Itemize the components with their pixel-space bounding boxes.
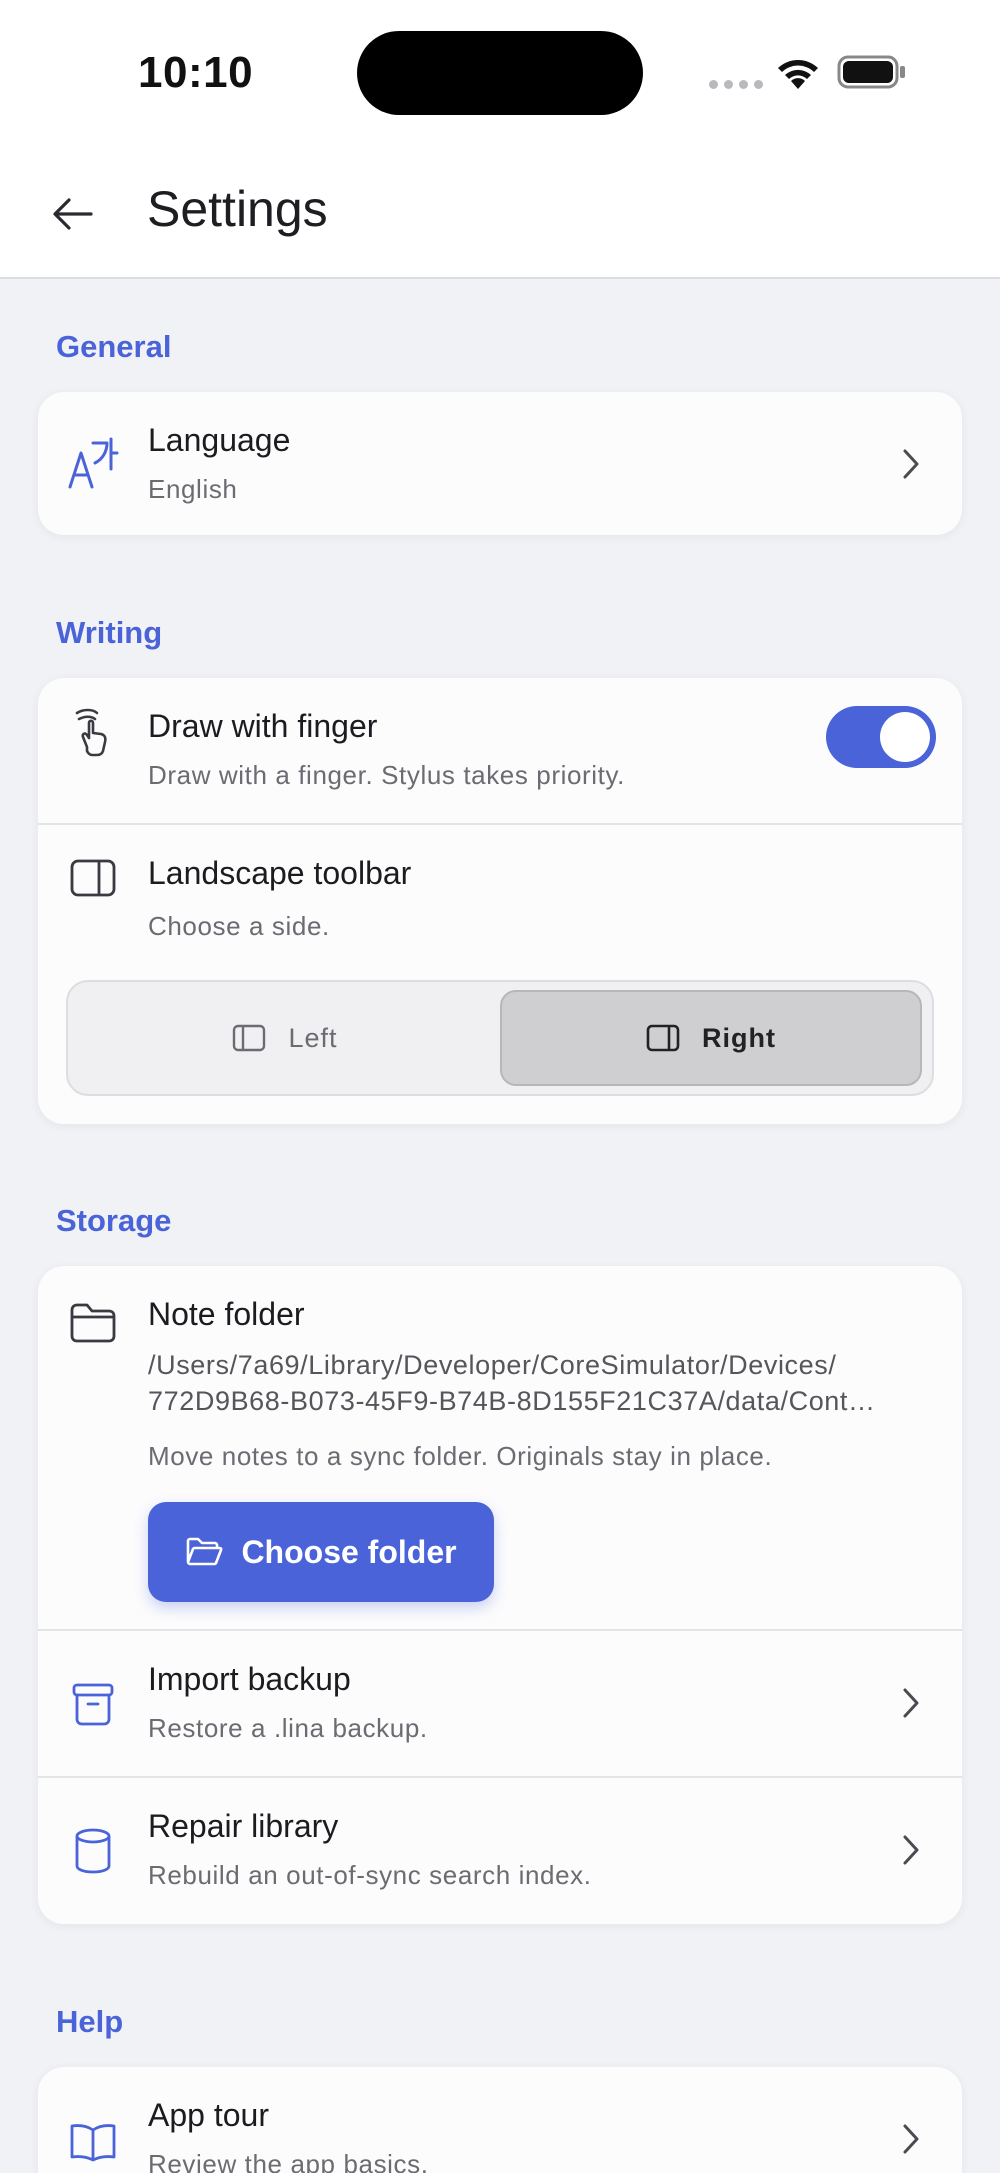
status-bar: 10:10 (0, 0, 1000, 140)
app-tour-subtitle: Review the app basics. (148, 2149, 429, 2173)
arrow-left-icon (53, 198, 93, 230)
archive-box-icon (66, 1677, 120, 1731)
chevron-right-icon (896, 1683, 926, 1723)
section-label-writing: Writing (56, 615, 163, 650)
app-tour-title: App tour (148, 2097, 269, 2133)
toolbar-side-segmented-control: Left Right (66, 980, 934, 1096)
status-time: 10:10 (138, 48, 254, 97)
section-label-general: General (56, 329, 172, 364)
repair-library-title: Repair library (148, 1808, 339, 1844)
battery-icon (837, 55, 905, 89)
language-title: Language (148, 422, 291, 458)
app-header: Settings (0, 140, 1000, 279)
landscape-toolbar-title: Landscape toolbar (148, 855, 412, 891)
landscape-toolbar-subtitle: Choose a side. (148, 911, 330, 941)
note-folder-row: Note folder /Users/7a69/Library/Develope… (38, 1266, 962, 1629)
toggle-knob (880, 712, 930, 762)
storage-card: Note folder /Users/7a69/Library/Develope… (38, 1266, 962, 1924)
section-label-storage: Storage (56, 1203, 172, 1238)
folder-icon (66, 1296, 120, 1350)
chevron-right-icon (896, 444, 926, 484)
repair-library-row[interactable]: Repair library Rebuild an out-of-sync se… (38, 1778, 962, 1924)
repair-library-subtitle: Rebuild an out-of-sync search index. (148, 1860, 592, 1890)
draw-with-finger-row: Draw with finger Draw with a finger. Sty… (38, 678, 962, 823)
draw-with-finger-toggle[interactable] (826, 706, 936, 768)
page-title: Settings (147, 181, 328, 237)
segment-right[interactable]: Right (500, 990, 922, 1086)
draw-with-finger-title: Draw with finger (148, 708, 378, 744)
sidebar-panel-icon (66, 851, 120, 905)
dynamic-island (357, 31, 643, 115)
import-backup-subtitle: Restore a .lina backup. (148, 1713, 428, 1743)
choose-folder-button[interactable]: Choose folder (148, 1502, 494, 1602)
note-folder-path-line2: 772D9B68-B073-45F9-B74B-8D155F21C37A/dat… (148, 1386, 876, 1416)
note-folder-title: Note folder (148, 1296, 305, 1332)
import-backup-title: Import backup (148, 1661, 351, 1697)
segment-left-label: Left (288, 1022, 338, 1053)
choose-folder-label: Choose folder (241, 1533, 457, 1570)
import-backup-row[interactable]: Import backup Restore a .lina backup. (38, 1631, 962, 1776)
database-icon (66, 1824, 120, 1878)
wifi-icon (778, 60, 818, 89)
chevron-right-icon (896, 2119, 926, 2159)
language-value: English (148, 474, 238, 504)
note-folder-hint: Move notes to a sync folder. Originals s… (148, 1441, 773, 1471)
help-card: App tour Review the app basics. (38, 2067, 962, 2173)
folder-open-icon (187, 1537, 223, 1566)
hand-pointer-icon (66, 706, 120, 760)
translate-icon (66, 436, 120, 490)
app-tour-row[interactable]: App tour Review the app basics. (38, 2067, 962, 2173)
cellular-signal-icon (709, 80, 763, 89)
writing-card: Draw with finger Draw with a finger. Sty… (38, 678, 962, 1124)
panel-left-icon (233, 1024, 266, 1052)
open-book-icon (66, 2115, 120, 2169)
note-folder-path-line1: /Users/7a69/Library/Developer/CoreSimula… (148, 1350, 837, 1380)
general-card: Language English (38, 392, 962, 535)
draw-with-finger-subtitle: Draw with a finger. Stylus takes priorit… (148, 760, 625, 790)
language-row[interactable]: Language English (38, 392, 962, 535)
segment-left[interactable]: Left (76, 990, 494, 1086)
segment-right-label: Right (702, 1022, 776, 1053)
back-button[interactable] (38, 184, 108, 244)
panel-right-icon (646, 1024, 680, 1052)
section-label-help: Help (56, 2004, 124, 2039)
chevron-right-icon (896, 1830, 926, 1870)
